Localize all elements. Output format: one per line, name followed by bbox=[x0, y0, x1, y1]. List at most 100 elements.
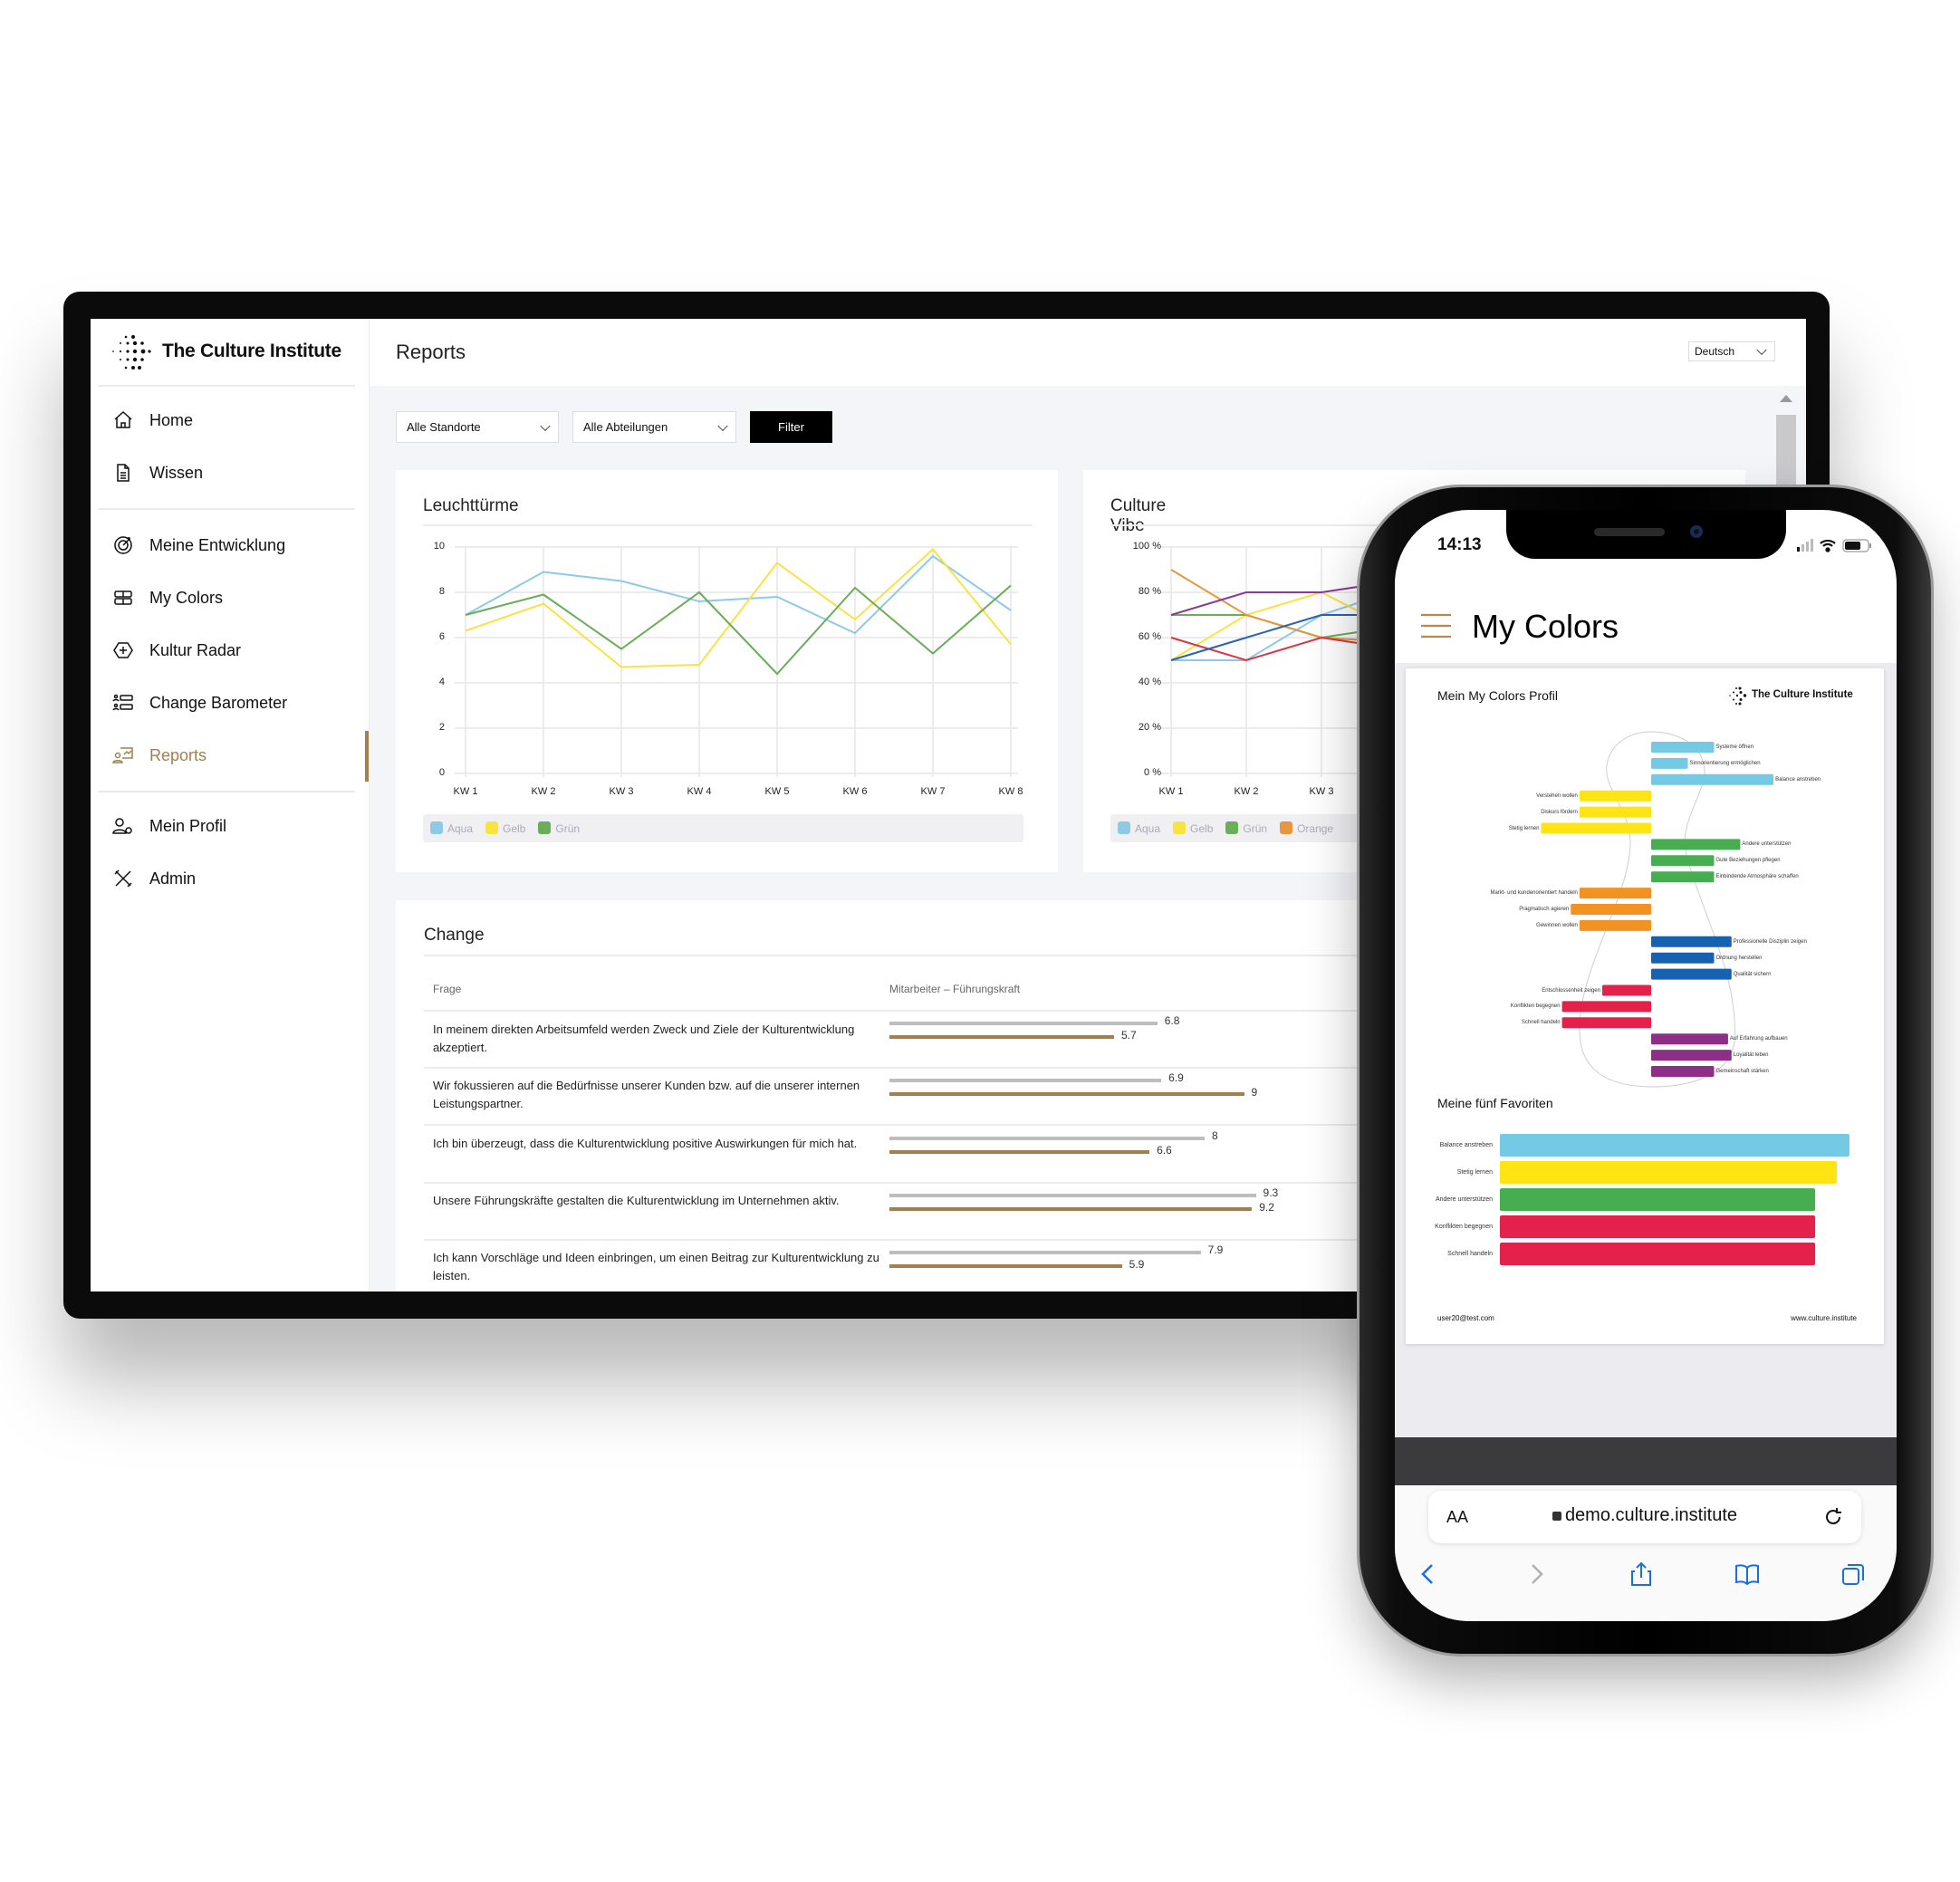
legend-swatch bbox=[1225, 821, 1239, 834]
series-line-aqua bbox=[465, 554, 1012, 635]
favorite-bar-label: Andere unterstützen bbox=[1435, 1196, 1493, 1203]
x-tick-label: KW 7 bbox=[920, 786, 946, 797]
profile-bar-label: Entschlossenheit zeigen bbox=[1542, 987, 1600, 994]
profile-bar bbox=[1651, 1066, 1715, 1077]
status-icons bbox=[1797, 539, 1871, 552]
question-text: Ich kann Vorschläge und Ideen einbringen… bbox=[433, 1251, 879, 1283]
profile-bar bbox=[1561, 1001, 1651, 1013]
profile-bar-label: Systeme öffnen bbox=[1715, 744, 1754, 750]
chart-title: Leuchttürme bbox=[423, 496, 519, 515]
legend-swatch bbox=[538, 821, 552, 834]
employee-bar bbox=[889, 1193, 1256, 1197]
profile-bar bbox=[1541, 822, 1651, 834]
x-tick-label: KW 3 bbox=[609, 786, 634, 797]
safari-bar: AA demo.culture.institute bbox=[1395, 1485, 1897, 1621]
legend-swatch bbox=[1118, 821, 1130, 834]
y-tick-label: 6 bbox=[438, 631, 445, 642]
question-text: In meinem direkten Arbeitsumfeld werden … bbox=[433, 1023, 855, 1054]
question-text: Wir fokussieren auf die Bedürfnisse unse… bbox=[433, 1079, 860, 1111]
reload-icon[interactable] bbox=[1822, 1506, 1844, 1528]
employee-value: 6.9 bbox=[1168, 1071, 1184, 1085]
profile-bar-label: Qualität sichern bbox=[1733, 971, 1772, 977]
x-tick-label: KW 2 bbox=[1234, 786, 1259, 797]
manager-value: 6.6 bbox=[1157, 1143, 1172, 1157]
legend-item[interactable]: Gelb bbox=[1173, 821, 1213, 835]
wifi-icon bbox=[1820, 539, 1836, 552]
legend-swatch bbox=[1173, 821, 1187, 834]
my-colors-profile-card: Mein My Colors Profil The Culture Instit… bbox=[1406, 668, 1884, 1344]
legend-label: Grün bbox=[1243, 822, 1268, 835]
y-tick-label: 100 % bbox=[1132, 541, 1161, 552]
manager-bar bbox=[889, 1149, 1150, 1154]
status-time: 14:13 bbox=[1437, 535, 1482, 554]
y-tick-label: 10 bbox=[433, 541, 445, 552]
y-tick-label: 0 % bbox=[1144, 767, 1161, 778]
x-tick-label: KW 1 bbox=[453, 786, 478, 797]
url-field[interactable]: AA demo.culture.institute bbox=[1428, 1491, 1861, 1543]
legend-item[interactable]: Aqua bbox=[430, 821, 473, 835]
legend-item[interactable]: Grün bbox=[538, 821, 580, 835]
bookmarks-icon[interactable] bbox=[1734, 1560, 1761, 1588]
profile-bar bbox=[1651, 757, 1688, 769]
manager-bar bbox=[889, 1264, 1122, 1269]
forward-icon[interactable] bbox=[1523, 1560, 1550, 1588]
manager-bar bbox=[889, 1092, 1244, 1097]
profile-bar-label: Markt- und kundenorientiert handeln bbox=[1490, 890, 1578, 897]
employee-value: 9.3 bbox=[1263, 1186, 1279, 1199]
legend-swatch bbox=[1280, 821, 1293, 834]
y-tick-label: 4 bbox=[438, 677, 445, 687]
employee-bar bbox=[889, 1022, 1158, 1025]
profile-bar-label: Loyalität leben bbox=[1733, 1052, 1769, 1059]
page-bottom-overlay bbox=[1395, 1437, 1897, 1485]
profile-bar bbox=[1651, 936, 1732, 947]
profile-bar-label: Diskurs fördern bbox=[1541, 809, 1578, 815]
manager-value: 9.2 bbox=[1259, 1200, 1274, 1214]
legend-item[interactable]: Orange bbox=[1280, 821, 1333, 835]
signal-icon bbox=[1797, 539, 1813, 552]
x-tick-label: KW 5 bbox=[764, 786, 790, 797]
share-icon[interactable] bbox=[1628, 1560, 1655, 1588]
back-icon[interactable] bbox=[1415, 1560, 1442, 1588]
y-tick-label: 40 % bbox=[1138, 677, 1161, 687]
profile-bar-label: Verstehen wollen bbox=[1536, 792, 1578, 799]
favorite-bar-label: Konflikten begegnen bbox=[1435, 1224, 1493, 1230]
legend-label: Aqua bbox=[447, 822, 474, 835]
legend-item[interactable]: Gelb bbox=[485, 821, 525, 835]
column-header-question: Frage bbox=[433, 983, 462, 995]
lock-icon bbox=[1552, 1512, 1561, 1521]
profile-bar bbox=[1579, 790, 1651, 802]
legend-item[interactable]: Aqua bbox=[1118, 821, 1160, 835]
employee-bar bbox=[889, 1079, 1162, 1083]
profile-bar bbox=[1651, 1050, 1732, 1061]
question-text: Ich bin überzeugt, dass die Kulturentwic… bbox=[433, 1136, 858, 1150]
profile-bar bbox=[1651, 839, 1741, 850]
divider bbox=[423, 524, 1033, 526]
profile-bar-label: Pragmatisch agieren bbox=[1519, 907, 1570, 912]
phone-page-title: My Colors bbox=[1472, 608, 1619, 645]
column-header-values: Mitarbeiter – Führungskraft bbox=[889, 983, 1021, 995]
question-text: Unsere Führungskräfte gestalten die Kult… bbox=[433, 1193, 840, 1207]
favorite-bar bbox=[1500, 1134, 1850, 1157]
profile-bar-label: Gewinnen wollen bbox=[1536, 922, 1578, 928]
employee-bar bbox=[889, 1251, 1201, 1255]
legend-label: Gelb bbox=[1190, 822, 1214, 835]
favorites-title: Meine fünf Favoriten bbox=[1437, 1096, 1553, 1110]
profile-bar bbox=[1651, 855, 1715, 867]
profile-bar bbox=[1579, 919, 1651, 931]
legend-swatch bbox=[485, 821, 499, 834]
employee-bar bbox=[889, 1136, 1205, 1140]
y-tick-label: 80 % bbox=[1138, 586, 1161, 597]
y-tick-label: 20 % bbox=[1138, 722, 1161, 733]
profile-bar-label: Stetig lernen bbox=[1508, 825, 1540, 831]
tabs-icon[interactable] bbox=[1840, 1560, 1867, 1588]
legend-item[interactable]: Grün bbox=[1225, 821, 1267, 835]
scrollbar-thumb[interactable] bbox=[1776, 415, 1796, 487]
favorite-bar-label: Balance anstreben bbox=[1439, 1142, 1493, 1148]
change-title: Change bbox=[424, 926, 485, 945]
hamburger-menu-icon[interactable] bbox=[1421, 613, 1451, 639]
employee-value: 7.9 bbox=[1207, 1243, 1224, 1257]
favorite-bar bbox=[1500, 1188, 1815, 1211]
profile-bar-label: Einbindende Atmosphäre schaffen bbox=[1715, 874, 1799, 880]
profile-bar bbox=[1561, 1017, 1651, 1029]
scroll-up-icon[interactable] bbox=[1780, 395, 1792, 402]
